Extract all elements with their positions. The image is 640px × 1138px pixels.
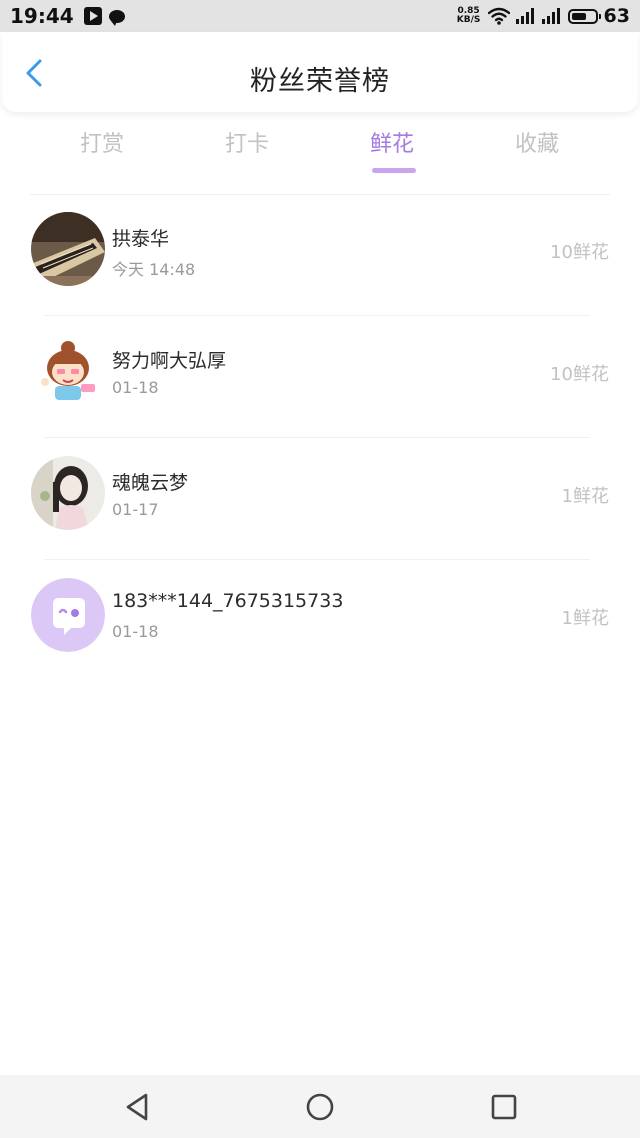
avatar-guzheng-image	[31, 212, 105, 286]
avatar[interactable]	[31, 456, 105, 530]
avatar[interactable]	[31, 578, 105, 652]
user-date: 01-18	[112, 378, 159, 397]
battery-level-text: 63	[603, 5, 630, 27]
user-date: 今天 14:48	[112, 260, 196, 279]
avatar-illustrated-woman-image	[31, 456, 105, 530]
avatar-cartoon-girl-image	[31, 334, 105, 408]
user-name: 努力啊大弘厚	[112, 350, 227, 372]
user-name: 魂魄云梦	[112, 472, 189, 494]
user-date: 01-17	[112, 500, 159, 519]
net-speed: 0.85 KB/S	[456, 7, 482, 25]
battery-fill	[571, 12, 586, 20]
flower-count: 1鲜花	[561, 486, 609, 507]
tab-tip[interactable]: 打赏	[52, 126, 152, 158]
tab-flowers-label: 鲜花	[369, 132, 414, 157]
net-speed-unit: KB/S	[456, 15, 481, 25]
chat-icon	[108, 9, 125, 26]
tab-bar: 打赏 打卡 鲜花 收藏	[30, 126, 610, 176]
status-bar: 19:44 0.85 KB/S 63	[0, 0, 640, 32]
page-title: 粉丝荣誉榜	[250, 66, 390, 97]
tab-flowers[interactable]: 鲜花	[342, 126, 442, 173]
default-chat-avatar-icon	[31, 578, 105, 652]
avatar[interactable]	[31, 212, 105, 286]
system-nav-bar	[0, 1075, 640, 1138]
status-left: 19:44	[10, 3, 125, 29]
status-right: 0.85 KB/S 63	[456, 3, 630, 29]
wifi-icon	[487, 7, 510, 25]
user-name: 拱泰华	[112, 228, 170, 250]
recents-square-icon[interactable]	[487, 1090, 521, 1124]
tab-favorites[interactable]: 收藏	[487, 126, 587, 158]
flower-count: 10鲜花	[550, 364, 609, 385]
row-divider	[44, 559, 590, 560]
play-icon	[83, 7, 102, 25]
user-name: 183***144_7675315733	[112, 590, 344, 612]
flower-count: 1鲜花	[561, 608, 609, 629]
list-item[interactable]: 183***144_7675315733 01-18 1鲜花	[0, 562, 640, 682]
tabs-divider	[30, 194, 610, 195]
home-circle-icon[interactable]	[303, 1090, 337, 1124]
signal-icon	[541, 8, 562, 24]
signal-icon	[515, 8, 536, 24]
list-item[interactable]: 努力啊大弘厚 01-18 10鲜花	[0, 318, 640, 438]
back-triangle-icon[interactable]	[120, 1090, 154, 1124]
flower-count: 10鲜花	[550, 242, 609, 263]
avatar[interactable]	[31, 334, 105, 408]
list-item[interactable]: 魂魄云梦 01-17 1鲜花	[0, 440, 640, 560]
row-divider	[44, 315, 590, 316]
user-date: 01-18	[112, 622, 159, 641]
battery-icon	[567, 8, 601, 24]
tab-active-indicator	[372, 168, 416, 173]
row-divider	[44, 437, 590, 438]
list-item[interactable]: 拱泰华 今天 14:48 10鲜花	[0, 196, 640, 316]
status-time: 19:44	[10, 4, 74, 28]
header-bar: 粉丝荣誉榜	[2, 32, 638, 112]
tab-checkin[interactable]: 打卡	[197, 126, 297, 158]
